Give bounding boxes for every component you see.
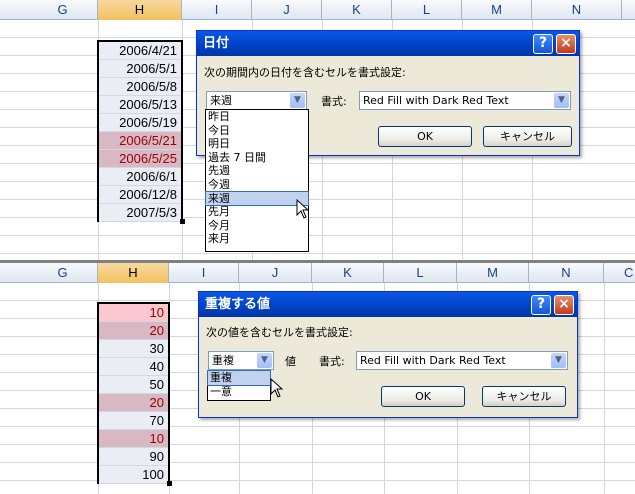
format-select-value: Red Fill with Dark Red Text bbox=[363, 94, 509, 107]
list-item[interactable]: 先週 bbox=[206, 164, 308, 178]
column-header-i[interactable]: I bbox=[169, 263, 239, 283]
dialog-title: 日付 bbox=[203, 36, 230, 51]
list-item[interactable]: 一意 bbox=[208, 385, 270, 399]
table-row[interactable]: 70 bbox=[99, 412, 168, 430]
list-item[interactable]: 明日 bbox=[206, 137, 308, 151]
column-header-g[interactable]: G bbox=[28, 0, 98, 20]
list-item[interactable]: 来月 bbox=[206, 232, 308, 246]
list-item[interactable]: 過去 7 日間 bbox=[206, 151, 308, 165]
table-row[interactable]: 2006/12/8 bbox=[99, 186, 181, 204]
selected-date-range[interactable]: 2006/4/21 2006/5/1 2006/5/8 2006/5/13 20… bbox=[97, 40, 183, 222]
mouse-pointer-icon bbox=[270, 378, 284, 398]
column-header-i[interactable]: I bbox=[182, 0, 252, 20]
column-header-l[interactable]: L bbox=[384, 263, 457, 283]
table-row[interactable]: 2006/6/1 bbox=[99, 168, 181, 186]
dialog-title-bar[interactable]: 日付 ? × bbox=[197, 31, 579, 56]
column-header-m[interactable]: M bbox=[457, 263, 529, 283]
format-select[interactable]: Red Fill with Dark Red Text ▼ bbox=[359, 91, 571, 110]
value-label: 値 bbox=[285, 355, 296, 368]
table-row[interactable]: 90 bbox=[99, 448, 168, 466]
list-item[interactable]: 今日 bbox=[206, 124, 308, 138]
column-header-row: G H I J K L M N C bbox=[0, 263, 635, 283]
column-header-row: G H I J K L M N bbox=[0, 0, 635, 20]
list-item[interactable]: 昨日 bbox=[206, 110, 308, 124]
table-row[interactable]: 40 bbox=[99, 358, 168, 376]
table-row-highlighted[interactable]: 10 bbox=[99, 304, 168, 322]
table-row[interactable]: 2007/5/3 bbox=[99, 204, 181, 222]
chevron-down-icon[interactable]: ▼ bbox=[257, 353, 272, 368]
chevron-down-icon[interactable]: ▼ bbox=[551, 353, 566, 368]
close-icon[interactable]: × bbox=[554, 295, 574, 315]
selected-number-range[interactable]: 10 20 30 40 50 20 70 10 90 100 bbox=[97, 302, 170, 484]
list-item-highlighted[interactable]: 重複 bbox=[207, 370, 271, 386]
list-item[interactable]: 今週 bbox=[206, 178, 308, 192]
table-row[interactable]: 30 bbox=[99, 340, 168, 358]
help-icon[interactable]: ? bbox=[531, 295, 551, 315]
bottom-spreadsheet-pane: G H I J K L M N C 10 20 30 40 50 20 70 1… bbox=[0, 263, 635, 494]
dialog-prompt: 次の期間内の日付を含むセルを書式設定: bbox=[204, 66, 406, 79]
table-row-highlighted[interactable]: 10 bbox=[99, 430, 168, 448]
column-header-j[interactable]: J bbox=[252, 0, 322, 20]
column-header-k[interactable]: K bbox=[312, 263, 384, 283]
ok-button[interactable]: OK bbox=[378, 126, 472, 147]
table-row-highlighted[interactable]: 2006/5/25 bbox=[99, 150, 181, 168]
period-select-value: 来週 bbox=[210, 94, 232, 107]
column-header-n[interactable]: N bbox=[532, 0, 622, 20]
table-row[interactable]: 2006/5/19 bbox=[99, 114, 181, 132]
table-row[interactable]: 2006/4/21 bbox=[99, 42, 181, 60]
column-header-l[interactable]: L bbox=[392, 0, 462, 20]
fill-handle[interactable] bbox=[180, 219, 185, 224]
list-item-highlighted[interactable]: 来週 bbox=[205, 190, 309, 207]
table-row-highlighted[interactable]: 2006/5/21 bbox=[99, 132, 181, 150]
format-select-value: Red Fill with Dark Red Text bbox=[360, 354, 506, 367]
column-header-partial[interactable]: C bbox=[604, 263, 635, 283]
table-row[interactable]: 100 bbox=[99, 466, 168, 484]
mouse-pointer-icon bbox=[296, 199, 310, 219]
column-header-m[interactable]: M bbox=[462, 0, 532, 20]
column-header-k[interactable]: K bbox=[322, 0, 392, 20]
table-row-highlighted[interactable]: 20 bbox=[99, 322, 168, 340]
table-row[interactable]: 2006/5/1 bbox=[99, 60, 181, 78]
fill-handle[interactable] bbox=[167, 481, 172, 486]
table-row-highlighted[interactable]: 20 bbox=[99, 394, 168, 412]
chevron-down-icon[interactable]: ▼ bbox=[290, 93, 305, 108]
column-header-h[interactable]: H bbox=[98, 0, 182, 20]
dialog-title-bar[interactable]: 重複する値 ? × bbox=[199, 292, 577, 317]
column-header-n[interactable]: N bbox=[529, 263, 604, 283]
type-dropdown-list: 重複 一意 bbox=[207, 370, 271, 401]
cancel-button[interactable]: キャンセル bbox=[482, 386, 566, 407]
column-header-h[interactable]: H bbox=[98, 263, 169, 283]
cancel-button[interactable]: キャンセル bbox=[483, 126, 572, 147]
list-item[interactable]: 先月 bbox=[206, 205, 308, 219]
top-spreadsheet-pane: G H I J K L M N 2006/4/21 2006/5/1 2006/… bbox=[0, 0, 635, 260]
period-select[interactable]: 来週 ▼ bbox=[206, 91, 307, 110]
column-header-g[interactable]: G bbox=[28, 263, 98, 283]
dialog-title: 重複する値 bbox=[205, 297, 271, 312]
table-row[interactable]: 2006/5/8 bbox=[99, 78, 181, 96]
ok-button[interactable]: OK bbox=[381, 386, 465, 407]
dialog-prompt: 次の値を含むセルを書式設定: bbox=[206, 326, 353, 339]
period-dropdown-list: 昨日 今日 明日 過去 7 日間 先週 今週 来週 先月 今月 来月 bbox=[205, 109, 309, 252]
format-label: 書式: bbox=[319, 355, 345, 368]
help-icon[interactable]: ? bbox=[533, 34, 553, 54]
type-select[interactable]: 重複 ▼ bbox=[208, 351, 274, 370]
chevron-down-icon[interactable]: ▼ bbox=[554, 93, 569, 108]
format-label: 書式: bbox=[321, 95, 347, 108]
table-row[interactable]: 50 bbox=[99, 376, 168, 394]
list-item[interactable]: 今月 bbox=[206, 219, 308, 233]
column-header-j[interactable]: J bbox=[239, 263, 312, 283]
close-icon[interactable]: × bbox=[556, 34, 576, 54]
type-select-value: 重複 bbox=[212, 354, 234, 367]
format-select[interactable]: Red Fill with Dark Red Text ▼ bbox=[356, 351, 568, 370]
table-row[interactable]: 2006/5/13 bbox=[99, 96, 181, 114]
